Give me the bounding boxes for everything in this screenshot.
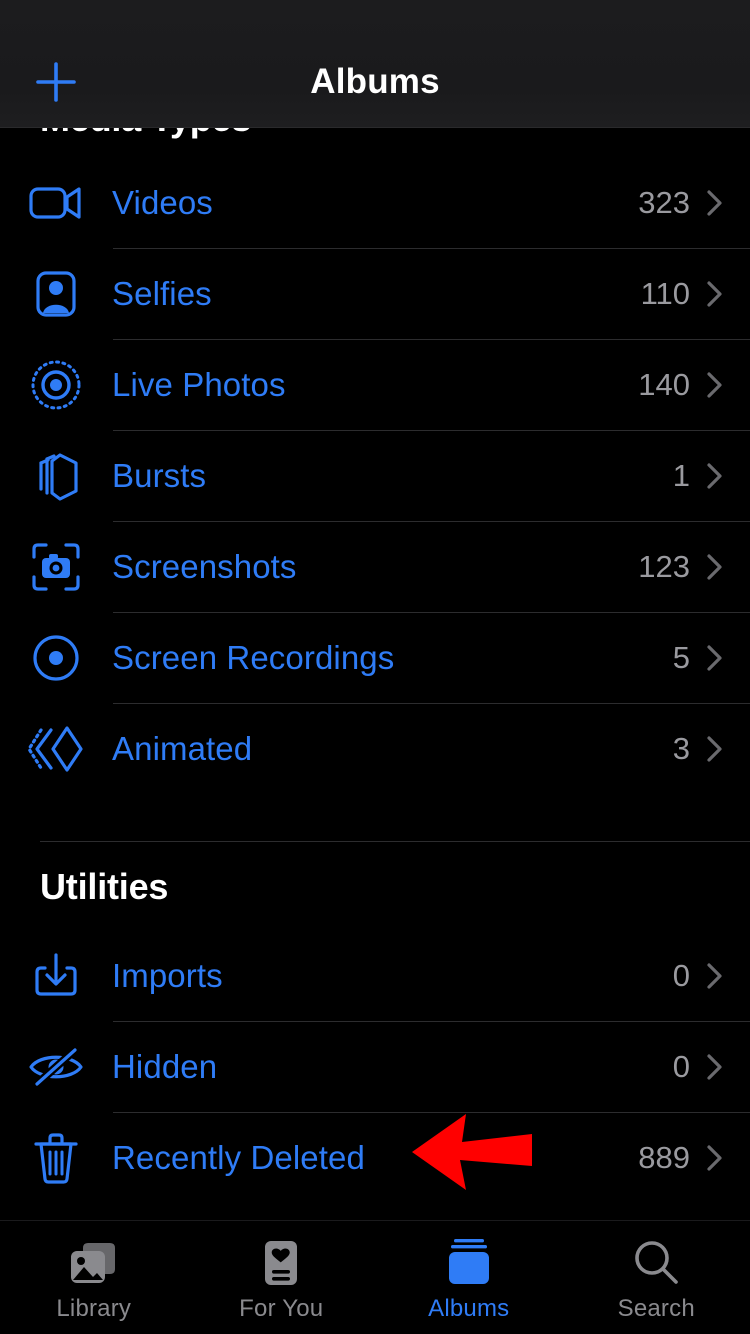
album-label: Live Photos: [112, 366, 286, 403]
chevron-right-icon: [706, 370, 750, 400]
chevron-right-icon: [706, 1052, 750, 1082]
album-label: Videos: [112, 184, 213, 221]
chevron-right-icon: [706, 279, 750, 309]
screenshot-camera-icon: [0, 541, 112, 593]
album-row-hidden[interactable]: Hidden 0: [0, 1022, 750, 1112]
navigation-bar: Albums: [0, 0, 750, 128]
album-row-screenshots[interactable]: Screenshots 123: [0, 522, 750, 612]
animated-diamond-icon: [0, 722, 112, 776]
tab-label: For You: [239, 1295, 324, 1322]
import-tray-icon: [0, 950, 112, 1002]
album-count: 3: [672, 731, 690, 766]
album-row-imports[interactable]: Imports 0: [0, 931, 750, 1021]
tab-library[interactable]: Library: [0, 1221, 188, 1323]
chevron-right-icon: [706, 734, 750, 764]
album-count: 889: [638, 1140, 690, 1175]
chevron-right-icon: [706, 1143, 750, 1173]
chevron-right-icon: [706, 643, 750, 673]
album-count: 1: [672, 458, 690, 493]
album-count: 323: [638, 185, 690, 220]
album-row-videos[interactable]: Videos 323: [0, 158, 750, 248]
album-row-selfies[interactable]: Selfies 110: [0, 249, 750, 339]
album-count: 0: [672, 1049, 690, 1084]
eye-slash-icon: [0, 1045, 112, 1089]
chevron-right-icon: [706, 961, 750, 991]
photos-albums-screen: Media Types Videos 323: [0, 0, 750, 1334]
albums-book-icon: [444, 1237, 494, 1289]
chevron-right-icon: [706, 461, 750, 491]
page-title: Albums: [310, 62, 440, 101]
photo-stack-icon: [66, 1237, 122, 1289]
memory-card-icon: [259, 1237, 303, 1289]
video-camera-icon: [0, 181, 112, 225]
tab-label: Search: [617, 1295, 695, 1322]
album-label: Animated: [112, 730, 253, 767]
album-count: 140: [638, 367, 690, 402]
album-label: Hidden: [112, 1048, 218, 1085]
album-label: Bursts: [112, 457, 207, 494]
album-label: Screen Recordings: [112, 639, 395, 676]
album-row-recently-deleted[interactable]: Recently Deleted 889: [0, 1113, 750, 1203]
tab-for-you[interactable]: For You: [188, 1221, 376, 1323]
tab-search[interactable]: Search: [563, 1221, 750, 1323]
album-label: Selfies: [112, 275, 212, 312]
album-count: 123: [638, 549, 690, 584]
album-row-animated[interactable]: Animated 3: [0, 704, 750, 794]
tab-bar: Library For You Albums Search: [0, 1220, 750, 1334]
album-row-live-photos[interactable]: Live Photos 140: [0, 340, 750, 430]
chevron-right-icon: [706, 552, 750, 582]
album-label: Imports: [112, 957, 223, 994]
tab-label: Albums: [428, 1295, 510, 1322]
albums-scroll-content[interactable]: Media Types Videos 323: [0, 0, 750, 1220]
tab-label: Library: [56, 1295, 132, 1322]
album-row-bursts[interactable]: Bursts 1: [0, 431, 750, 521]
album-count: 5: [672, 640, 690, 675]
burst-stack-icon: [0, 449, 112, 503]
live-photo-icon: [0, 359, 112, 411]
album-label: Recently Deleted: [112, 1139, 365, 1176]
record-dot-icon: [0, 633, 112, 683]
section-divider: [40, 841, 750, 842]
album-count: 0: [672, 958, 690, 993]
trash-icon: [0, 1131, 112, 1185]
tab-albums[interactable]: Albums: [375, 1221, 563, 1323]
section-header-utilities: Utilities: [40, 866, 169, 907]
person-portrait-icon: [0, 269, 112, 319]
album-label: Screenshots: [112, 548, 297, 585]
chevron-right-icon: [706, 188, 750, 218]
magnifier-icon: [631, 1237, 681, 1289]
album-count: 110: [640, 276, 690, 311]
album-row-screen-recordings[interactable]: Screen Recordings 5: [0, 613, 750, 703]
